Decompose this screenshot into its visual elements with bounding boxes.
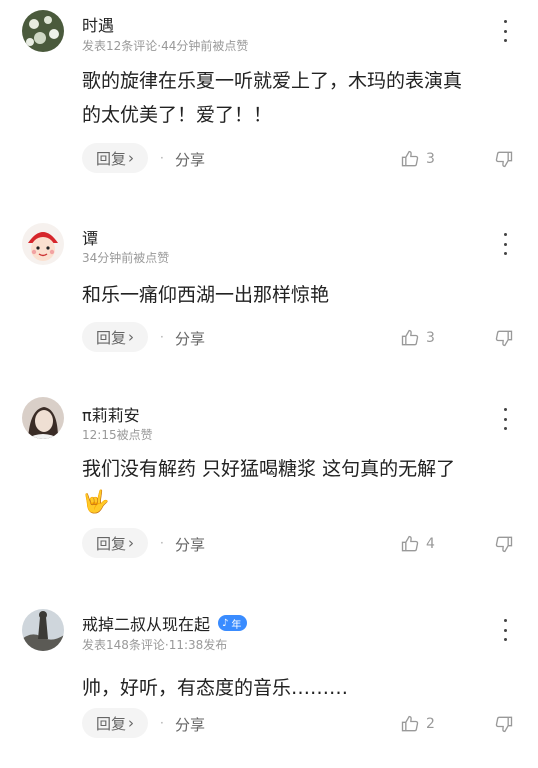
chevron-right-icon: › xyxy=(128,149,134,167)
username[interactable]: 时遇 xyxy=(82,12,114,36)
share-button[interactable]: 分享 xyxy=(175,714,205,735)
reply-button[interactable]: 回复 › xyxy=(82,143,148,173)
thumbs-down-icon xyxy=(495,330,513,347)
reply-button[interactable]: 回复 › xyxy=(82,708,148,738)
comment-text-line: 我们没有解药 只好猛喝糖浆 这句真的无解了 xyxy=(82,458,456,480)
member-badge: ♪ 年 xyxy=(218,615,248,631)
chevron-right-icon: › xyxy=(128,534,134,552)
comment-meta: 发表148条评论·11:38发布 xyxy=(82,638,228,652)
comment-text-line: 帅，好听，有态度的音乐……… xyxy=(82,677,349,699)
reply-label: 回复 xyxy=(95,149,126,168)
chevron-right-icon: › xyxy=(128,714,134,732)
dislike-button[interactable] xyxy=(494,534,514,558)
username-text: 戒掉二叔从现在起 xyxy=(82,615,211,634)
separator-dot: · xyxy=(160,151,164,165)
like-button[interactable]: 4 xyxy=(400,534,435,554)
dislike-button[interactable] xyxy=(494,714,514,738)
username[interactable]: 戒掉二叔从现在起 ♪ 年 xyxy=(82,611,248,635)
thumbs-down-icon xyxy=(495,536,513,553)
like-count: 3 xyxy=(426,330,435,346)
separator-dot: · xyxy=(160,716,164,730)
reply-label: 回复 xyxy=(95,328,126,347)
thumbs-up-icon xyxy=(401,150,419,167)
share-button[interactable]: 分享 xyxy=(175,534,205,555)
avatar[interactable] xyxy=(22,223,64,265)
more-options-icon[interactable] xyxy=(500,619,510,641)
avatar[interactable] xyxy=(22,397,64,439)
comment-text: 和乐一痛仰西湖一出那样惊艳 xyxy=(82,278,522,312)
like-count: 4 xyxy=(426,536,435,552)
chevron-right-icon: › xyxy=(128,328,134,346)
comment-text: 我们没有解药 只好猛喝糖浆 这句真的无解了 xyxy=(82,452,522,486)
badge-label: 年 xyxy=(231,619,242,631)
reply-label: 回复 xyxy=(95,534,126,553)
more-options-icon[interactable] xyxy=(500,20,510,42)
more-options-icon[interactable] xyxy=(500,408,510,430)
share-button[interactable]: 分享 xyxy=(175,149,205,170)
like-count: 2 xyxy=(426,716,435,732)
thumbs-up-icon xyxy=(401,329,419,346)
thumbs-down-icon xyxy=(495,151,513,168)
rock-hand-emoji: 🤟 xyxy=(82,490,110,515)
username[interactable]: π莉莉安 xyxy=(82,402,140,426)
more-options-icon[interactable] xyxy=(500,233,510,255)
comment-text: 帅，好听，有态度的音乐……… xyxy=(82,671,522,705)
comment-meta: 34分钟前被点赞 xyxy=(82,251,170,265)
comment-meta: 12:15被点赞 xyxy=(82,428,153,442)
dislike-button[interactable] xyxy=(494,149,514,173)
separator-dot: · xyxy=(160,536,164,550)
comment-text-line: 的太优美了！爱了！！ xyxy=(82,104,273,126)
reply-button[interactable]: 回复 › xyxy=(82,528,148,558)
avatar[interactable] xyxy=(22,609,64,651)
like-count: 3 xyxy=(426,151,435,167)
like-button[interactable]: 2 xyxy=(400,714,435,734)
music-note-icon: ♪ xyxy=(222,617,229,629)
separator-dot: · xyxy=(160,330,164,344)
comment-text: 歌的旋律在乐夏一听就爱上了，木玛的表演真 的太优美了！爱了！！ xyxy=(82,64,522,132)
like-button[interactable]: 3 xyxy=(400,328,435,348)
share-button[interactable]: 分享 xyxy=(175,328,205,349)
reply-label: 回复 xyxy=(95,714,126,733)
avatar[interactable] xyxy=(22,10,64,52)
comment-text-line: 和乐一痛仰西湖一出那样惊艳 xyxy=(82,284,330,306)
comment-meta: 发表12条评论·44分钟前被点赞 xyxy=(82,39,249,53)
dislike-button[interactable] xyxy=(494,328,514,352)
thumbs-up-icon xyxy=(401,715,419,732)
thumbs-down-icon xyxy=(495,716,513,733)
like-button[interactable]: 3 xyxy=(400,149,435,169)
comment-text-line: 歌的旋律在乐夏一听就爱上了，木玛的表演真 xyxy=(82,70,463,92)
thumbs-up-icon xyxy=(401,535,419,552)
username[interactable]: 谭 xyxy=(82,225,98,249)
reply-button[interactable]: 回复 › xyxy=(82,322,148,352)
